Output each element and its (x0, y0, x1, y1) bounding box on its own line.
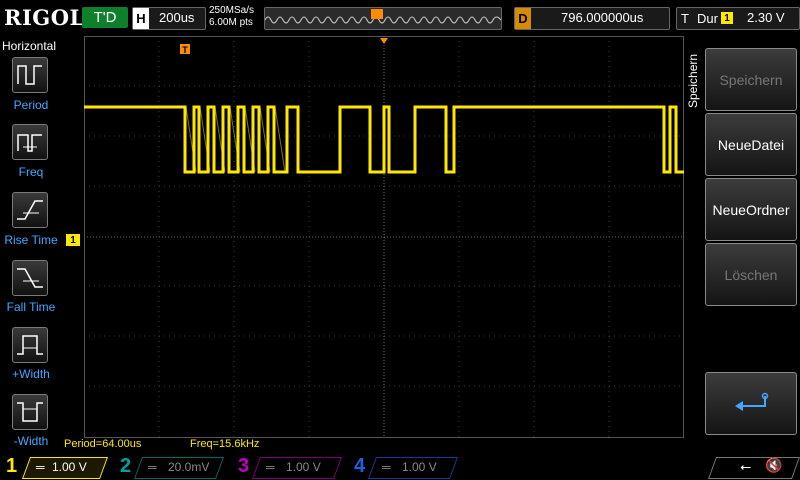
period-button[interactable] (12, 57, 48, 93)
save-button[interactable]: Speichern (705, 48, 797, 111)
system-status-box (707, 457, 800, 479)
new-folder-button[interactable]: NeueOrdner (705, 178, 797, 241)
channel-1-number: 1 (6, 455, 18, 477)
neg-width-icon (17, 402, 43, 422)
right-menu-title: Speichern (686, 53, 700, 108)
delay-label: D (515, 8, 531, 29)
neg-width-label: -Width (13, 434, 49, 448)
fall-time-icon (17, 268, 43, 288)
brand-logo: RIGOL (4, 5, 85, 30)
trigger-status-badge: T'D (82, 7, 128, 28)
rise-time-icon (17, 200, 43, 220)
trigger-mode: Dur (697, 11, 718, 26)
trigger-position-marker (380, 38, 388, 44)
return-button[interactable] (705, 372, 797, 435)
memory-overview (264, 7, 502, 30)
trigger-type-icon: T (681, 11, 689, 26)
timebase-value: 200us (159, 10, 195, 25)
memory-trigger-marker (371, 9, 383, 19)
memory-waveform-icon (265, 9, 501, 24)
usb-icon: ⭠ (740, 458, 752, 474)
delete-button[interactable]: Löschen (705, 243, 797, 306)
channel-2-coupling-icon: ═ (148, 460, 157, 474)
channel-4-coupling-icon: ═ (382, 460, 391, 474)
freq-icon (17, 134, 42, 152)
pos-width-icon (17, 335, 43, 355)
freq-label: Freq (18, 165, 44, 179)
period-readout: Period=64.00us (64, 438, 142, 450)
waveform-display[interactable]: T (84, 36, 684, 438)
channel-1-coupling-icon: ═ (36, 460, 45, 474)
channel-3-coupling-icon: ═ (266, 460, 275, 474)
grid-center-axes (84, 36, 684, 438)
channel-4-scale: 1.00 V (402, 460, 437, 474)
svg-text:T: T (182, 45, 188, 55)
freq-readout: Freq=15.6kHz (190, 438, 260, 450)
pos-width-label: +Width (12, 367, 50, 381)
rise-time-label: Rise Time (4, 233, 58, 247)
delay-value: 796.000000us (561, 10, 644, 25)
trigger-indicator[interactable]: T Dur 1 2.30 V (676, 7, 800, 30)
channel-3-scale: 1.00 V (286, 460, 321, 474)
channel-1-trace (84, 105, 684, 174)
channel-3-number: 3 (238, 455, 250, 477)
memory-depth: 6.00M pts (209, 17, 253, 28)
timebase-indicator[interactable]: H 200us (132, 7, 206, 30)
return-arrow-icon (735, 392, 769, 411)
trigger-source-badge: 1 (721, 12, 733, 24)
trigger-level: 2.30 V (747, 10, 785, 25)
fall-time-button[interactable] (12, 260, 48, 296)
channel-2-number: 2 (120, 455, 132, 477)
sample-rate: 250MSa/s (209, 5, 255, 16)
rise-time-button[interactable] (12, 192, 48, 228)
speaker-muted-icon[interactable]: 🔇 (765, 457, 782, 474)
channel-1-offset-marker[interactable]: 1 (66, 234, 80, 246)
fall-time-label: Fall Time (6, 300, 56, 314)
neg-width-button[interactable] (12, 394, 48, 430)
freq-button[interactable] (12, 124, 48, 160)
pos-width-button[interactable] (12, 327, 48, 363)
channel-4-number: 4 (354, 455, 366, 477)
trigger-marker-t: T (180, 44, 190, 55)
left-menu-title: Horizontal (2, 39, 57, 53)
channel-1-scale: 1.00 V (52, 460, 87, 474)
channel-2-scale: 20.0mV (168, 460, 210, 474)
delay-indicator[interactable]: D 796.000000us (514, 7, 670, 30)
period-label: Period (13, 98, 49, 112)
period-icon (17, 65, 42, 85)
timebase-label: H (133, 8, 149, 29)
new-file-button[interactable]: NeueDatei (705, 113, 797, 176)
